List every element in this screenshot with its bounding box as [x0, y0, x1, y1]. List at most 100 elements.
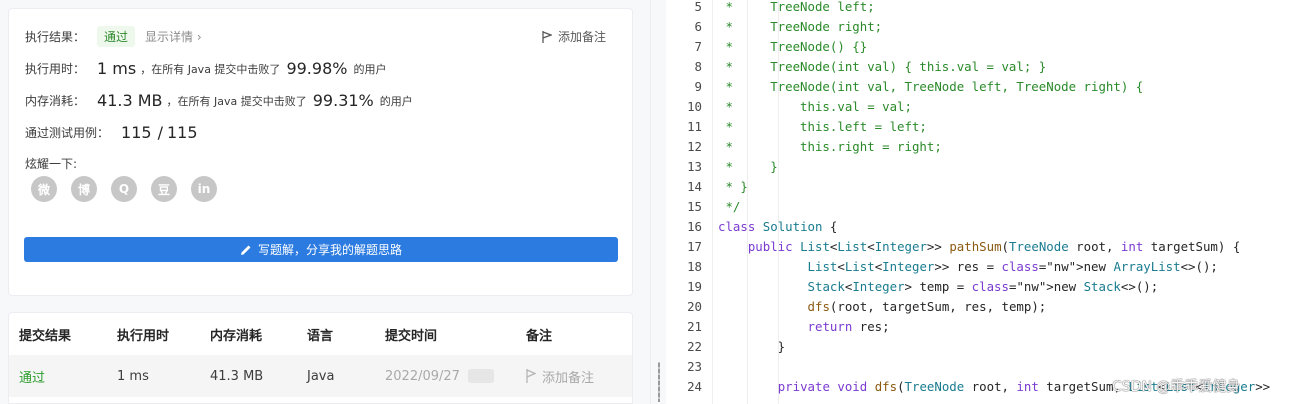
wechat-icon[interactable]: 微 [31, 176, 57, 202]
line-number: 12 [687, 138, 702, 154]
line-number: 19 [687, 278, 702, 294]
tests-total: 115 [166, 123, 198, 142]
code-text: * TreeNode left; [718, 0, 875, 14]
status-badge: 通过 [97, 26, 136, 47]
share-row: 炫耀一下: [25, 155, 77, 172]
code-text: * TreeNode(int val, TreeNode left, TreeN… [718, 78, 1144, 94]
code-line: 18 List<List<Integer>> res = class="nw">… [666, 256, 1302, 276]
line-number: 11 [687, 118, 702, 134]
header-language: 语言 [307, 328, 334, 344]
memory-suffix: 的用户 [379, 94, 413, 108]
social-share-list: 微 博 Q 豆 in [31, 176, 217, 202]
code-line: 23 [666, 356, 1302, 376]
watermark: CSDN @乖乖爱健身 [1112, 379, 1241, 395]
submissions-table: 提交结果 执行用时 内存消耗 语言 提交时间 备注 通过 1 ms 41.3 M… [8, 312, 633, 404]
code-text: * } [718, 158, 778, 174]
code-text: * TreeNode() {} [718, 38, 868, 54]
line-number: 20 [687, 298, 702, 314]
runtime-percentile: 99.98% [286, 59, 348, 78]
code-text: * } [718, 178, 748, 194]
table-row[interactable]: 通过 1 ms 41.3 MB Java 2022/09/27 添加备注 [9, 355, 632, 397]
qq-icon[interactable]: Q [111, 176, 137, 202]
code-text: List<List<Integer>> res = class="nw">new… [807, 258, 1218, 274]
panel-resizer[interactable] [650, 0, 666, 404]
runtime-row: 执行用时： 1 ms ，在所有 Java 提交中击败了 99.98% 的用户 [25, 59, 386, 78]
line-number: 15 [687, 198, 702, 214]
row-memory: 41.3 MB [210, 368, 264, 384]
line-number: 14 [687, 178, 702, 194]
code-line: 14 * } [666, 176, 1302, 196]
add-note-label: 添加备注 [557, 30, 606, 44]
pencil-icon [240, 245, 251, 255]
redacted-time [467, 369, 494, 383]
row-add-note-button[interactable]: 添加备注 [526, 367, 626, 386]
code-text: public List<List<Integer>> pathSum(TreeN… [747, 238, 1241, 254]
code-text: * TreeNode right; [718, 18, 883, 34]
line-number: 9 [694, 78, 702, 94]
code-text: } [718, 338, 786, 354]
line-number: 8 [694, 58, 702, 74]
tests-separator: / [157, 123, 163, 142]
code-line: 7 * TreeNode() {} [666, 36, 1302, 56]
header-submit-time: 提交时间 [385, 328, 438, 344]
row-note-label: 添加备注 [542, 370, 595, 386]
code-line: 20 dfs(root, targetSum, res, temp); [666, 296, 1302, 316]
line-number: 7 [694, 38, 702, 54]
write-solution-button[interactable]: 写题解，分享我的解题思路 [24, 237, 618, 262]
line-number: 21 [687, 318, 702, 334]
memory-text: ，在所有 Java 提交中击败了 [166, 94, 307, 108]
row-language: Java [307, 368, 335, 384]
table-header: 提交结果 执行用时 内存消耗 语言 提交时间 备注 [9, 313, 632, 355]
code-text: * this.left = left; [718, 118, 927, 134]
line-number: 24 [687, 378, 702, 394]
header-result: 提交结果 [19, 328, 72, 344]
memory-label: 内存消耗： [25, 94, 86, 108]
code-line: 12 * this.right = right; [666, 136, 1302, 156]
code-text: * this.right = right; [718, 138, 942, 154]
tests-row: 通过测试用例： 115 / 115 [25, 123, 198, 142]
code-line: 5 * TreeNode left; [666, 0, 1302, 16]
linkedin-icon[interactable]: in [191, 176, 217, 202]
memory-value: 41.3 MB [97, 91, 163, 110]
code-text: * TreeNode(int val) { this.val = val; } [718, 58, 1047, 74]
line-number: 23 [687, 358, 702, 374]
douban-icon[interactable]: 豆 [151, 176, 177, 202]
line-number: 22 [687, 338, 702, 354]
line-number: 6 [694, 18, 702, 34]
code-text: class Solution { [718, 218, 838, 234]
code-text: return res; [807, 318, 890, 334]
header-memory: 内存消耗 [210, 328, 263, 344]
flag-icon [542, 30, 552, 43]
row-date: 2022/09/27 [385, 368, 460, 384]
code-line: 13 * } [666, 156, 1302, 176]
code-line: 8 * TreeNode(int val) { this.val = val; … [666, 56, 1302, 76]
line-number: 16 [687, 218, 702, 234]
header-note: 备注 [526, 328, 553, 344]
code-line: 15 */ [666, 196, 1302, 216]
resize-grip-icon [658, 362, 660, 402]
submission-panel: 执行结果： 通过 显示详情 › 添加备注 执行用时： 1 ms ，在所有 Jav… [0, 0, 650, 404]
status-label: 执行结果： [25, 30, 86, 44]
tests-label: 通过测试用例： [25, 126, 110, 140]
line-number: 5 [694, 0, 702, 14]
code-text: dfs(root, targetSum, res, temp); [807, 298, 1047, 314]
code-line: 21 return res; [666, 316, 1302, 336]
row-runtime: 1 ms [117, 368, 149, 384]
line-number: 13 [687, 158, 702, 174]
flag-icon [526, 369, 536, 383]
code-line: 9 * TreeNode(int val, TreeNode left, Tre… [666, 76, 1302, 96]
line-number: 17 [687, 238, 702, 254]
code-line: 10 * this.val = val; [666, 96, 1302, 116]
code-line: 6 * TreeNode right; [666, 16, 1302, 36]
show-details-link[interactable]: 显示详情 › [145, 28, 202, 45]
result-card: 执行结果： 通过 显示详情 › 添加备注 执行用时： 1 ms ，在所有 Jav… [8, 8, 633, 296]
code-editor[interactable]: 5 * TreeNode left; 6 * TreeNode right; 7 *… [666, 0, 1302, 404]
memory-row: 内存消耗： 41.3 MB ，在所有 Java 提交中击败了 99.31% 的用… [25, 91, 413, 110]
write-solution-label: 写题解，分享我的解题思路 [257, 243, 402, 257]
runtime-suffix: 的用户 [353, 62, 387, 76]
row-result-link[interactable]: 通过 [19, 371, 45, 386]
weibo-icon[interactable]: 博 [71, 176, 97, 202]
add-note-button[interactable]: 添加备注 [542, 28, 606, 45]
code-text: * this.val = val; [718, 98, 912, 114]
code-line: 19 Stack<Integer> temp = class="nw">new … [666, 276, 1302, 296]
